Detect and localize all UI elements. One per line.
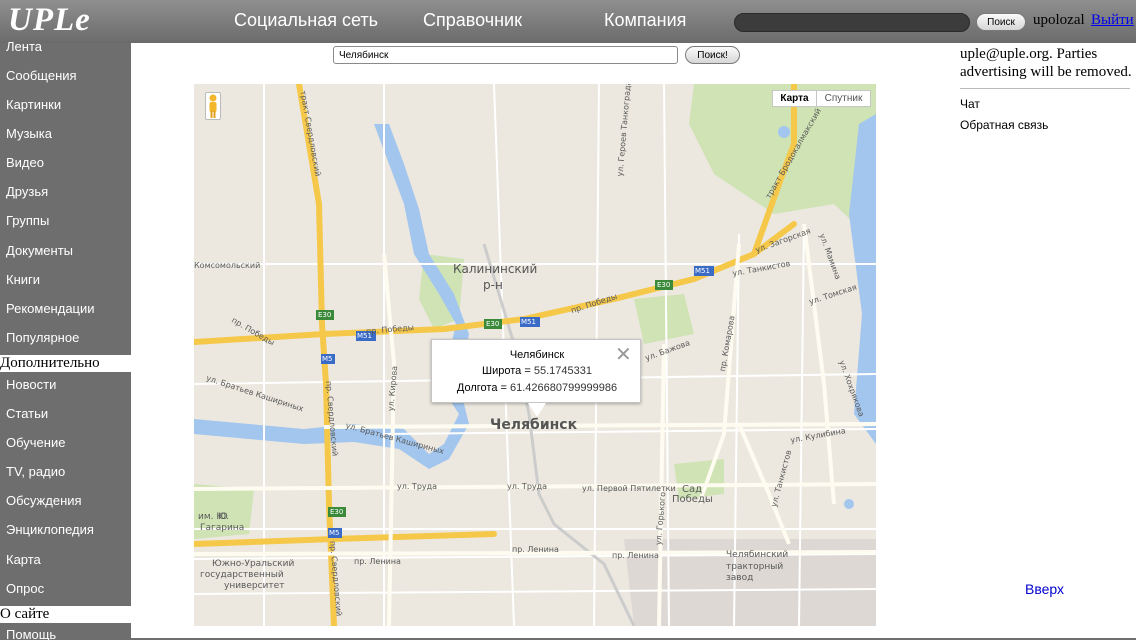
map-label-park: им. Ю. xyxy=(198,512,229,522)
hw-label: M51 xyxy=(695,267,710,275)
logout-link[interactable]: Выйти xyxy=(1091,12,1134,29)
username: upolozal xyxy=(1033,12,1085,28)
map-label-street: пр. Ленина xyxy=(612,551,659,560)
latitude-value: 55.1745331 xyxy=(533,365,592,377)
map-label-park: Гагарина xyxy=(200,523,245,533)
sidebar-item-discussions[interactable]: Обсуждения xyxy=(6,493,82,508)
map-search-input[interactable] xyxy=(333,46,678,64)
park-area-2 xyxy=(634,294,694,344)
sidebar-item-news[interactable]: Новости xyxy=(6,377,56,392)
sidebar-item-tv-radio[interactable]: TV, радио xyxy=(6,464,65,479)
popup-latitude: Широта = 55.1745331 xyxy=(482,365,592,377)
map-search-button[interactable]: Поиск! xyxy=(685,46,740,64)
top-search-input[interactable] xyxy=(734,13,970,32)
map-type-map-button[interactable]: Карта xyxy=(772,90,817,107)
nav-directory[interactable]: Справочник xyxy=(423,10,522,31)
back-to-top-link[interactable]: Вверх xyxy=(1025,581,1064,597)
popup-title: Челябинск xyxy=(509,349,565,361)
map-view[interactable]: E30 M51 E30 M51 E30 M51 M5 E30 M5 Калини… xyxy=(194,84,876,626)
map-type-satellite-button[interactable]: Спутник xyxy=(816,90,871,107)
street-view-pegman-icon[interactable] xyxy=(205,92,221,120)
map-label-street: пр. Ленина xyxy=(512,545,559,554)
sidebar-item-music[interactable]: Музыка xyxy=(6,126,52,141)
chat-link[interactable]: Чат xyxy=(960,97,980,111)
map-label-factory: Челябинский xyxy=(726,550,789,560)
hw-label: M5 xyxy=(322,355,333,363)
nav-social-network[interactable]: Социальная сеть xyxy=(234,10,378,31)
nav-company[interactable]: Компания xyxy=(604,10,686,31)
contact-text-2: advertising will be removed. xyxy=(960,64,1132,80)
sidebar: Лента Сообщения Картинки Музыка Видео Др… xyxy=(0,39,131,642)
sidebar-section-about: О сайте xyxy=(0,606,131,623)
map-label-street: Комсомольский xyxy=(194,261,261,270)
map-label-city: Челябинск xyxy=(490,417,578,433)
sidebar-item-pictures[interactable]: Картинки xyxy=(6,97,61,112)
map-label-park: Победы xyxy=(672,494,713,505)
popup-tail xyxy=(528,403,546,417)
contact-text: uple@uple.org. Parties xyxy=(960,46,1098,62)
pond-2 xyxy=(844,499,854,509)
sidebar-item-video[interactable]: Видео xyxy=(6,155,44,170)
top-search-button[interactable]: Поиск xyxy=(976,13,1026,31)
latitude-label: Широта xyxy=(482,365,522,377)
sidebar-item-messages[interactable]: Сообщения xyxy=(6,68,77,83)
site-logo[interactable]: UPLe xyxy=(8,2,91,39)
map-info-popup: Челябинск Широта = 55.1745331 Долгота = … xyxy=(431,339,641,417)
right-divider xyxy=(960,88,1130,89)
sidebar-item-books[interactable]: Книги xyxy=(6,272,40,287)
sidebar-item-popular[interactable]: Популярное xyxy=(6,330,79,345)
feedback-link[interactable]: Обратная связь xyxy=(960,118,1048,132)
longitude-label: Долгота xyxy=(456,382,498,394)
sidebar-item-map[interactable]: Карта xyxy=(6,552,41,567)
sidebar-item-learning[interactable]: Обучение xyxy=(6,435,65,450)
popup-longitude: Долгота = 61.426680799999986 xyxy=(456,382,618,394)
sidebar-item-documents[interactable]: Документы xyxy=(6,243,73,258)
sidebar-item-groups[interactable]: Группы xyxy=(6,213,49,228)
hw-label: E30 xyxy=(330,508,344,516)
longitude-value: 61.426680799999986 xyxy=(510,382,618,394)
sidebar-section-more: Дополнительно xyxy=(0,355,131,372)
sidebar-item-recommendations[interactable]: Рекомендации xyxy=(6,301,95,316)
pond xyxy=(778,126,790,138)
map-label-street: ул. Труда xyxy=(397,482,438,491)
sidebar-item-poll[interactable]: Опрос xyxy=(6,581,44,596)
sidebar-item-friends[interactable]: Друзья xyxy=(6,184,48,199)
map-label-university: государственный xyxy=(200,570,284,580)
hw-label: E30 xyxy=(318,311,332,319)
sidebar-item-feed[interactable]: Лента xyxy=(6,39,42,54)
hw-label: E30 xyxy=(486,320,500,328)
map-label-factory: завод xyxy=(726,573,754,583)
map-label-street: ул. Труда xyxy=(507,482,548,491)
sidebar-item-encyclopedia[interactable]: Энциклопедия xyxy=(6,522,94,537)
map-label-district: р-н xyxy=(483,278,503,292)
map-label-university: университет xyxy=(224,581,285,591)
map-label-factory: тракторный xyxy=(726,562,784,572)
sidebar-item-articles[interactable]: Статьи xyxy=(6,406,48,421)
map-label-street: пр. Ленина xyxy=(354,557,401,566)
map-label-district: Калининский xyxy=(453,262,538,276)
popup-close-icon[interactable]: ✕ xyxy=(615,345,632,365)
hw-label: M5 xyxy=(329,529,340,537)
top-bar: UPLe Социальная сеть Справочник Компания… xyxy=(0,0,1136,43)
hw-label: E30 xyxy=(657,281,671,289)
hw-label: M51 xyxy=(521,318,536,326)
map-label-university: Южно-Уральский xyxy=(212,559,295,569)
